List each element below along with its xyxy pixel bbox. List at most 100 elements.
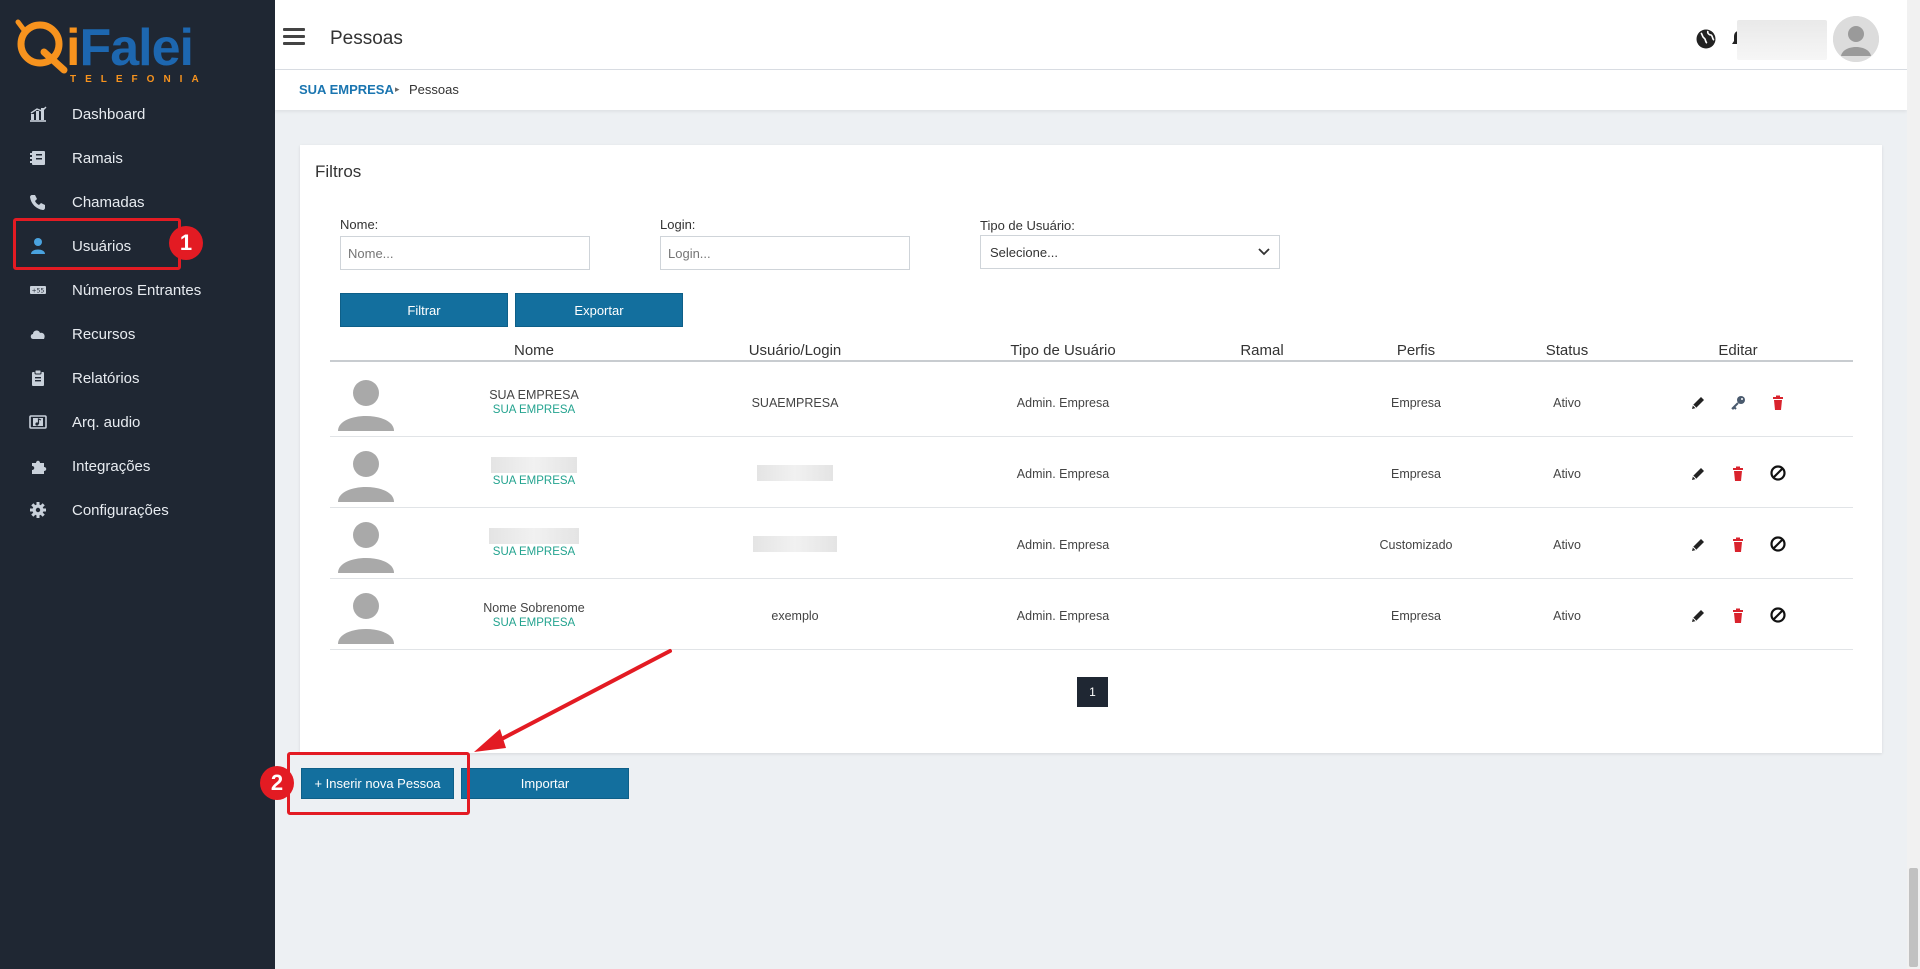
sidebar-item-label: Números Entrantes (72, 281, 202, 299)
row-status: Ativo (1553, 396, 1581, 410)
edit-icon[interactable] (1690, 608, 1706, 624)
sidebar-item-label: Recursos (72, 325, 136, 343)
avatar-placeholder-icon (338, 451, 394, 502)
breadcrumb-current: Pessoas (409, 82, 459, 97)
nome-input[interactable] (340, 236, 590, 270)
row-login-redacted (757, 465, 833, 481)
row-company-link[interactable]: SUA EMPRESA (493, 475, 575, 487)
sidebar-item-dashboard[interactable]: Dashboard (0, 92, 275, 136)
annotation-badge-2: 2 (260, 766, 294, 800)
row-name: Nome Sobrenome (483, 601, 585, 615)
annotation-box-insert (287, 752, 470, 815)
row-perfil: Empresa (1390, 609, 1442, 623)
row-name-redacted (491, 457, 577, 473)
edit-icon[interactable] (1690, 537, 1706, 553)
scrollbar[interactable] (1907, 0, 1920, 969)
sidebar-item-label: Dashboard (72, 105, 146, 123)
row-company-link[interactable]: SUA EMPRESA (493, 546, 575, 558)
block-icon[interactable] (1770, 465, 1786, 481)
key-icon[interactable] (1730, 395, 1746, 411)
filtrar-button[interactable]: Filtrar (340, 293, 508, 327)
pagination-page-1[interactable]: 1 (1077, 677, 1108, 707)
edit-icon[interactable] (1690, 395, 1706, 411)
col-nome: Nome (513, 342, 555, 359)
edit-icon[interactable] (1690, 466, 1706, 482)
breadcrumb-separator-icon: ▸ (395, 84, 400, 94)
user-name-redacted (1737, 20, 1827, 60)
row-login: exemplo (771, 609, 819, 623)
menu-toggle-icon[interactable] (283, 28, 305, 46)
clipboard-icon (28, 368, 48, 388)
row-perfil: Empresa (1390, 396, 1442, 410)
sidebar-item-label: Relatórios (72, 369, 140, 387)
sidebar-item-arq-audio[interactable]: Arq. audio (0, 400, 275, 444)
row-company-link[interactable]: SUA EMPRESA (493, 404, 575, 416)
col-status: Status (1545, 342, 1589, 359)
gear-icon (28, 500, 48, 520)
did-icon: +55 (28, 280, 48, 300)
row-tipo: Admin. Empresa (1016, 396, 1110, 410)
logo-mark-icon (15, 19, 68, 74)
table-row: SUA EMPRESA Admin. Empresa Empresa Ativo (330, 437, 1853, 508)
sidebar-item-integracoes[interactable]: Integrações (0, 444, 275, 488)
row-tipo: Admin. Empresa (1016, 609, 1110, 623)
row-perfil: Customizado (1379, 538, 1453, 552)
exportar-button[interactable]: Exportar (515, 293, 683, 327)
sidebar: iFalei TELEFONIA Dashboard Ramais Chamad… (0, 0, 275, 969)
svg-text:+55: +55 (32, 288, 45, 295)
annotation-box-usuarios (13, 218, 181, 270)
sidebar-item-ramais[interactable]: Ramais (0, 136, 275, 180)
row-tipo: Admin. Empresa (1016, 538, 1110, 552)
chart-icon (28, 104, 48, 124)
import-button[interactable]: Importar (461, 768, 629, 799)
row-name-redacted (489, 528, 579, 544)
row-status: Ativo (1553, 538, 1581, 552)
scrollbar-thumb[interactable] (1909, 868, 1918, 967)
logo-text: iFalei (66, 19, 194, 77)
annotation-badge-1: 1 (169, 226, 203, 260)
row-status: Ativo (1553, 609, 1581, 623)
row-tipo: Admin. Empresa (1016, 467, 1110, 481)
sidebar-item-numeros-entrantes[interactable]: +55 Números Entrantes (0, 268, 275, 312)
delete-icon[interactable] (1770, 395, 1786, 411)
phone-icon (28, 192, 48, 212)
annotation-arrow-icon (474, 649, 672, 752)
sidebar-item-recursos[interactable]: Recursos (0, 312, 275, 356)
breadcrumb-company-link[interactable]: SUA EMPRESA (299, 82, 394, 97)
logo[interactable]: iFalei TELEFONIA (14, 14, 214, 86)
tipo-usuario-select[interactable]: Selecione... (980, 235, 1280, 269)
nome-label: Nome: (340, 217, 379, 232)
page-title: Pessoas (330, 28, 403, 49)
select-value: Selecione... (990, 244, 1058, 260)
col-login: Usuário/Login (748, 342, 842, 359)
table-row: SUA EMPRESA Admin. Empresa Customizado A… (330, 508, 1853, 579)
avatar-placeholder-icon (338, 380, 394, 431)
block-icon[interactable] (1770, 607, 1786, 623)
delete-icon[interactable] (1730, 537, 1746, 553)
row-login-redacted (753, 536, 837, 552)
sidebar-item-label: Arq. audio (72, 413, 141, 431)
cloud-icon (28, 324, 48, 344)
row-name: SUA EMPRESA (489, 388, 579, 402)
table-row: SUA EMPRESA SUA EMPRESA SUAEMPRESA Admin… (330, 366, 1853, 437)
avatar[interactable] (1833, 16, 1879, 62)
sidebar-item-label: Configurações (72, 501, 169, 519)
delete-icon[interactable] (1730, 466, 1746, 482)
breadcrumb: SUA EMPRESA ▸ Pessoas (275, 70, 1907, 110)
login-label: Login: (660, 217, 696, 232)
block-icon[interactable] (1770, 536, 1786, 552)
puzzle-icon (28, 456, 48, 476)
sidebar-item-configuracoes[interactable]: Configurações (0, 488, 275, 532)
table-header: Nome Usuário/Login Tipo de Usuário Ramal… (330, 342, 1853, 362)
table-row: Nome Sobrenome SUA EMPRESA exemplo Admin… (330, 579, 1853, 650)
audio-file-icon (28, 412, 48, 432)
globe-icon[interactable] (1695, 28, 1717, 50)
sidebar-item-relatorios[interactable]: Relatórios (0, 356, 275, 400)
sidebar-nav: Dashboard Ramais Chamadas Usuários +55 N… (0, 92, 275, 532)
row-company-link[interactable]: SUA EMPRESA (493, 617, 575, 629)
delete-icon[interactable] (1730, 608, 1746, 624)
login-input[interactable] (660, 236, 910, 270)
sidebar-item-label: Ramais (72, 149, 123, 167)
chevron-down-icon (1258, 248, 1270, 256)
row-status: Ativo (1553, 467, 1581, 481)
